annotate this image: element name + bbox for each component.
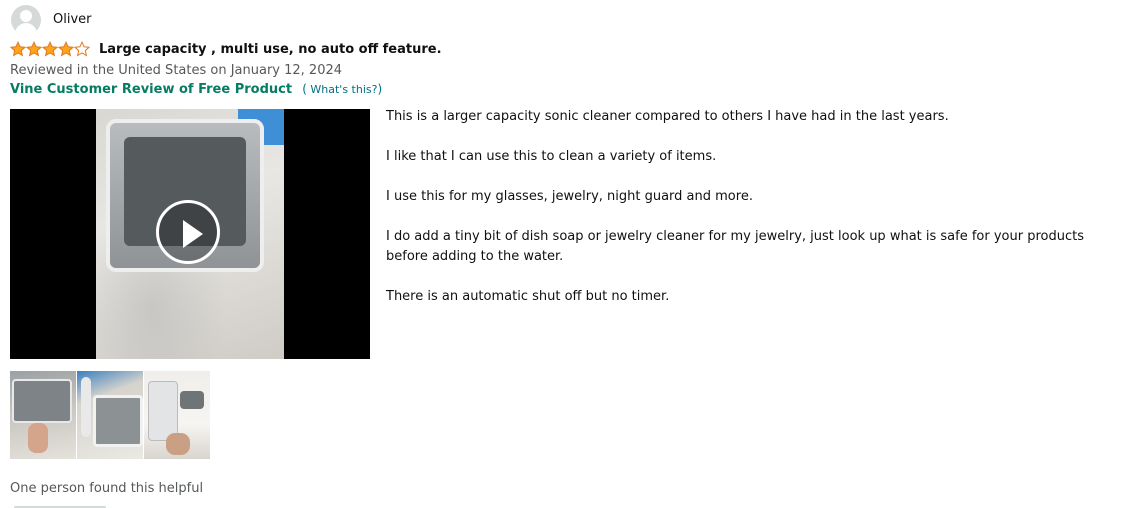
review-image-thumbnail[interactable]: [10, 371, 76, 459]
play-icon[interactable]: [156, 200, 220, 264]
review-paragraph: There is an automatic shut off but no ti…: [386, 289, 670, 304]
vine-badge-row: Vine Customer Review of Free Product ( W…: [10, 82, 382, 97]
star-filled-icon: [42, 41, 58, 57]
review-paragraph: I do add a tiny bit of dish soap or jewe…: [386, 229, 1084, 264]
review-date: Reviewed in the United States on January…: [10, 63, 343, 78]
review-image-thumbnail[interactable]: [144, 371, 210, 459]
star-filled-icon: [58, 41, 74, 57]
review-paragraph: I use this for my glasses, jewelry, nigh…: [386, 189, 753, 204]
star-rating[interactable]: [10, 41, 90, 59]
star-empty-icon: [74, 41, 90, 57]
reviewer-name[interactable]: Oliver: [53, 12, 92, 27]
review-body: This is a larger capacity sonic cleaner …: [386, 107, 1116, 327]
star-filled-icon: [26, 41, 42, 57]
helpful-count: One person found this helpful: [10, 481, 204, 496]
review-image-thumbnail[interactable]: [77, 371, 143, 459]
review-paragraph: This is a larger capacity sonic cleaner …: [386, 109, 949, 124]
review-paragraph: I like that I can use this to clean a va…: [386, 149, 717, 164]
whats-this-link[interactable]: ( What's this?): [302, 82, 382, 96]
review-title[interactable]: Large capacity , multi use, no auto off …: [99, 42, 442, 57]
star-filled-icon: [10, 41, 26, 57]
vine-label: Vine Customer Review of Free Product: [10, 82, 293, 97]
reviewer-avatar: [11, 5, 41, 35]
